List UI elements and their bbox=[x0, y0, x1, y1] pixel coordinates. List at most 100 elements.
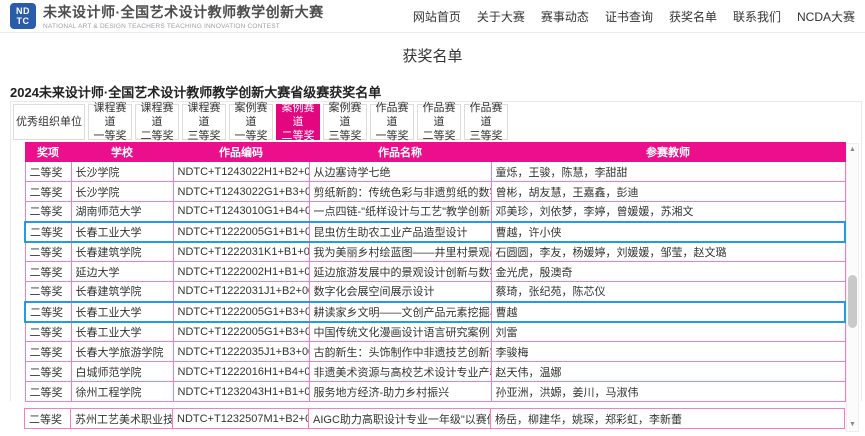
title-cell: 我为美丽乡村绘蓝图——井里村景观改造设计 bbox=[309, 242, 491, 262]
nav-item-ncda[interactable]: NCDA大赛 bbox=[797, 8, 855, 25]
tab-label-line1: 课程赛道 bbox=[89, 101, 131, 130]
teachers-cell: 童烁，王骏，陈慧，李甜甜 bbox=[491, 162, 845, 182]
scrollbar-thumb[interactable] bbox=[848, 275, 857, 328]
tab-label-line2: 三等奖 bbox=[188, 129, 221, 143]
title-cell: 从边塞诗学七绝 bbox=[309, 162, 491, 182]
title-cell: 一点四链-"纸样设计与工艺"教学创新实践 bbox=[309, 202, 491, 222]
award-cell: 二等奖 bbox=[25, 202, 71, 222]
school-cell: 湖南师范大学 bbox=[71, 202, 173, 222]
tab-label-line1: 课程赛道 bbox=[183, 101, 225, 130]
teachers-cell: 邓美珍，刘依梦，李婷，曾媛媛，苏湘文 bbox=[491, 202, 845, 222]
column-header: 奖项 bbox=[25, 143, 71, 162]
tab-case-3rd[interactable]: 案例赛道三等奖 bbox=[323, 104, 367, 140]
tab-label-line2: 二等奖 bbox=[423, 129, 456, 143]
tab-work-2nd[interactable]: 作品赛道二等奖 bbox=[417, 104, 461, 140]
code-cell: NDTC+T1222005G1+B3+005 bbox=[173, 302, 309, 322]
table-row: 二等奖长沙学院NDTC+T1243022G1+B3+002剪纸新韵：传统色彩与非… bbox=[25, 182, 845, 202]
code-cell: NDTC+T1222005G1+B3+001 bbox=[173, 322, 309, 342]
award-cell: 二等奖 bbox=[25, 182, 71, 202]
table-row: 二等奖长春建筑学院NDTC+T1222031K1+B1+002我为美丽乡村绘蓝图… bbox=[25, 242, 845, 262]
tab-course-1st[interactable]: 课程赛道一等奖 bbox=[88, 104, 132, 140]
school-cell: 长春工业大学 bbox=[71, 322, 173, 342]
nav-item-contact[interactable]: 联系我们 bbox=[733, 8, 781, 25]
brand-logo-icon[interactable]: ND TC bbox=[10, 3, 36, 29]
table-row: 二等奖白城师范学院NDTC+T1222016H1+B4+001非遗美术资源与高校… bbox=[25, 362, 845, 382]
table-row: 二等奖延边大学NDTC+T1222002H1+B1+002延边旅游发展中的景观设… bbox=[25, 262, 845, 282]
nav-item-about[interactable]: 关于大赛 bbox=[477, 8, 525, 25]
scroll-down-arrow-icon[interactable]: ▼ bbox=[847, 420, 858, 430]
table-header-row: 奖项学校作品编码作品名称参赛教师 bbox=[25, 143, 845, 162]
tab-work-1st[interactable]: 作品赛道一等奖 bbox=[370, 104, 414, 140]
teachers-cell: 曾彬，胡友慧，王嘉鑫，彭迪 bbox=[491, 182, 845, 202]
code-cell: NDTC+T1222005G1+B1+001 bbox=[173, 222, 309, 242]
teachers-cell: 孙亚洲，洪嫄，姜川，马淑伟 bbox=[491, 382, 845, 402]
tab-course-3rd[interactable]: 课程赛道三等奖 bbox=[182, 104, 226, 140]
code-cell: NDTC+T1222031J1+B2+001 bbox=[173, 282, 309, 302]
school-cell: 长春建筑学院 bbox=[71, 242, 173, 262]
table-row: 二等奖长沙学院NDTC+T1243022H1+B2+002从边塞诗学七绝童烁，王… bbox=[25, 162, 845, 182]
award-cell: 二等奖 bbox=[25, 362, 71, 382]
award-cell: 二等奖 bbox=[25, 262, 71, 282]
award-cell: 二等奖 bbox=[25, 282, 71, 302]
awards-table: 奖项学校作品编码作品名称参赛教师 二等奖长沙学院NDTC+T1243022H1+… bbox=[24, 142, 846, 402]
code-cell: NDTC+T1243022H1+B2+002 bbox=[173, 162, 309, 182]
nav-item-awards-list[interactable]: 获奖名单 bbox=[669, 8, 717, 25]
school-cell: 延边大学 bbox=[71, 262, 173, 282]
awards-table-tail: 二等奖苏州工艺美术职业技术学院NDTC+T1232507M1+B2+001AIG… bbox=[24, 408, 845, 429]
scroll-up-arrow-icon[interactable]: ▲ bbox=[847, 145, 858, 155]
nav-item-home[interactable]: 网站首页 bbox=[413, 8, 461, 25]
teachers-cell: 李骏梅 bbox=[491, 342, 845, 362]
school-cell: 长春工业大学 bbox=[71, 302, 173, 322]
title-cell: 服务地方经济-助力乡村振兴 bbox=[309, 382, 491, 402]
tab-course-2nd[interactable]: 课程赛道二等奖 bbox=[135, 104, 179, 140]
tab-label-line2: 三等奖 bbox=[329, 129, 362, 143]
code-cell: NDTC+T1243010G1+B4+001 bbox=[173, 202, 309, 222]
teachers-cell: 蔡琦，张纪苑，陈芯仪 bbox=[491, 282, 845, 302]
tab-label-line1: 案例赛道 bbox=[324, 101, 366, 130]
school-cell: 长沙学院 bbox=[71, 182, 173, 202]
table-row-highlighted: 二等奖长春工业大学NDTC+T1222005G1+B3+005耕读家乡文明——文… bbox=[25, 302, 845, 322]
awards-table-wrap: 奖项学校作品编码作品名称参赛教师 二等奖长沙学院NDTC+T1243022H1+… bbox=[24, 142, 844, 429]
tab-excellent-org[interactable]: 优秀组织单位 bbox=[13, 104, 85, 140]
tab-label-line1: 案例赛道 bbox=[277, 101, 319, 130]
tab-label-line2: 三等奖 bbox=[470, 129, 503, 143]
tab-label-line2: 一等奖 bbox=[376, 129, 409, 143]
main-nav: 网站首页关于大赛赛事动态证书查询获奖名单联系我们 NCDA大赛 bbox=[413, 8, 855, 25]
brand-logo-top: ND bbox=[16, 6, 30, 16]
title-cell: 数字化会展空间展示设计 bbox=[309, 282, 491, 302]
table-row: 二等奖湖南师范大学NDTC+T1243010G1+B4+001一点四链-"纸样设… bbox=[25, 202, 845, 222]
title-cell: 中国传统文化漫画设计语言研究案例 bbox=[309, 322, 491, 342]
tab-label-line2: 二等奖 bbox=[141, 129, 174, 143]
nav-item-news[interactable]: 赛事动态 bbox=[541, 8, 589, 25]
table-row: 二等奖长春建筑学院NDTC+T1222031J1+B2+001数字化会展空间展示… bbox=[25, 282, 845, 302]
code-cell: NDTC+T1232043H1+B1+001 bbox=[173, 382, 309, 402]
tab-work-3rd[interactable]: 作品赛道三等奖 bbox=[464, 104, 508, 140]
school-cell: 长春工业大学 bbox=[71, 222, 173, 242]
teachers-cell: 杨岳，柳建华，姚琛，郑彩虹，李新蕾 bbox=[491, 409, 845, 429]
teachers-cell: 刘雷 bbox=[491, 322, 845, 342]
tab-case-2nd[interactable]: 案例赛道二等奖 bbox=[276, 104, 320, 140]
nav-item-certificate-query[interactable]: 证书查询 bbox=[605, 8, 653, 25]
title-cell: 剪纸新韵：传统色彩与非遗剪纸的数字化创新 bbox=[309, 182, 491, 202]
column-header: 学校 bbox=[71, 143, 173, 162]
page-title: 获奖名单 bbox=[0, 33, 865, 66]
brand-subtitle-en: NATIONAL ART & DESIGN TEACHERS TEACHING … bbox=[43, 23, 324, 30]
brand-title: 未来设计师·全国艺术设计教师教学创新大赛 bbox=[43, 2, 324, 22]
tab-label-line1: 作品赛道 bbox=[465, 101, 507, 130]
code-cell: NDTC+T1222002H1+B1+002 bbox=[173, 262, 309, 282]
table-scrollbar[interactable]: ▲ ▼ bbox=[846, 143, 859, 432]
table-row: 二等奖徐州工程学院NDTC+T1232043H1+B1+001服务地方经济-助力… bbox=[25, 382, 845, 402]
tab-case-1st[interactable]: 案例赛道一等奖 bbox=[229, 104, 273, 140]
award-cell: 二等奖 bbox=[25, 302, 71, 322]
school-cell: 长春建筑学院 bbox=[71, 282, 173, 302]
table-row: 二等奖长春工业大学NDTC+T1222005G1+B3+001中国传统文化漫画设… bbox=[25, 322, 845, 342]
awards-list-subtitle: 2024未来设计师·全国艺术设计教师教学创新大赛省级赛获奖名单 bbox=[10, 82, 865, 98]
column-header: 参赛教师 bbox=[491, 143, 845, 162]
table-row: 二等奖苏州工艺美术职业技术学院NDTC+T1232507M1+B2+001AIG… bbox=[25, 409, 845, 429]
teachers-cell: 曹越，许小侠 bbox=[491, 222, 845, 242]
school-cell: 苏州工艺美术职业技术学院 bbox=[71, 409, 173, 429]
tab-label-line2: 二等奖 bbox=[282, 129, 315, 143]
code-cell: NDTC+T1222016H1+B4+001 bbox=[173, 362, 309, 382]
table-row-highlighted: 二等奖长春工业大学NDTC+T1222005G1+B1+001昆虫仿生助农工业产… bbox=[25, 222, 845, 242]
column-header: 作品编码 bbox=[173, 143, 309, 162]
